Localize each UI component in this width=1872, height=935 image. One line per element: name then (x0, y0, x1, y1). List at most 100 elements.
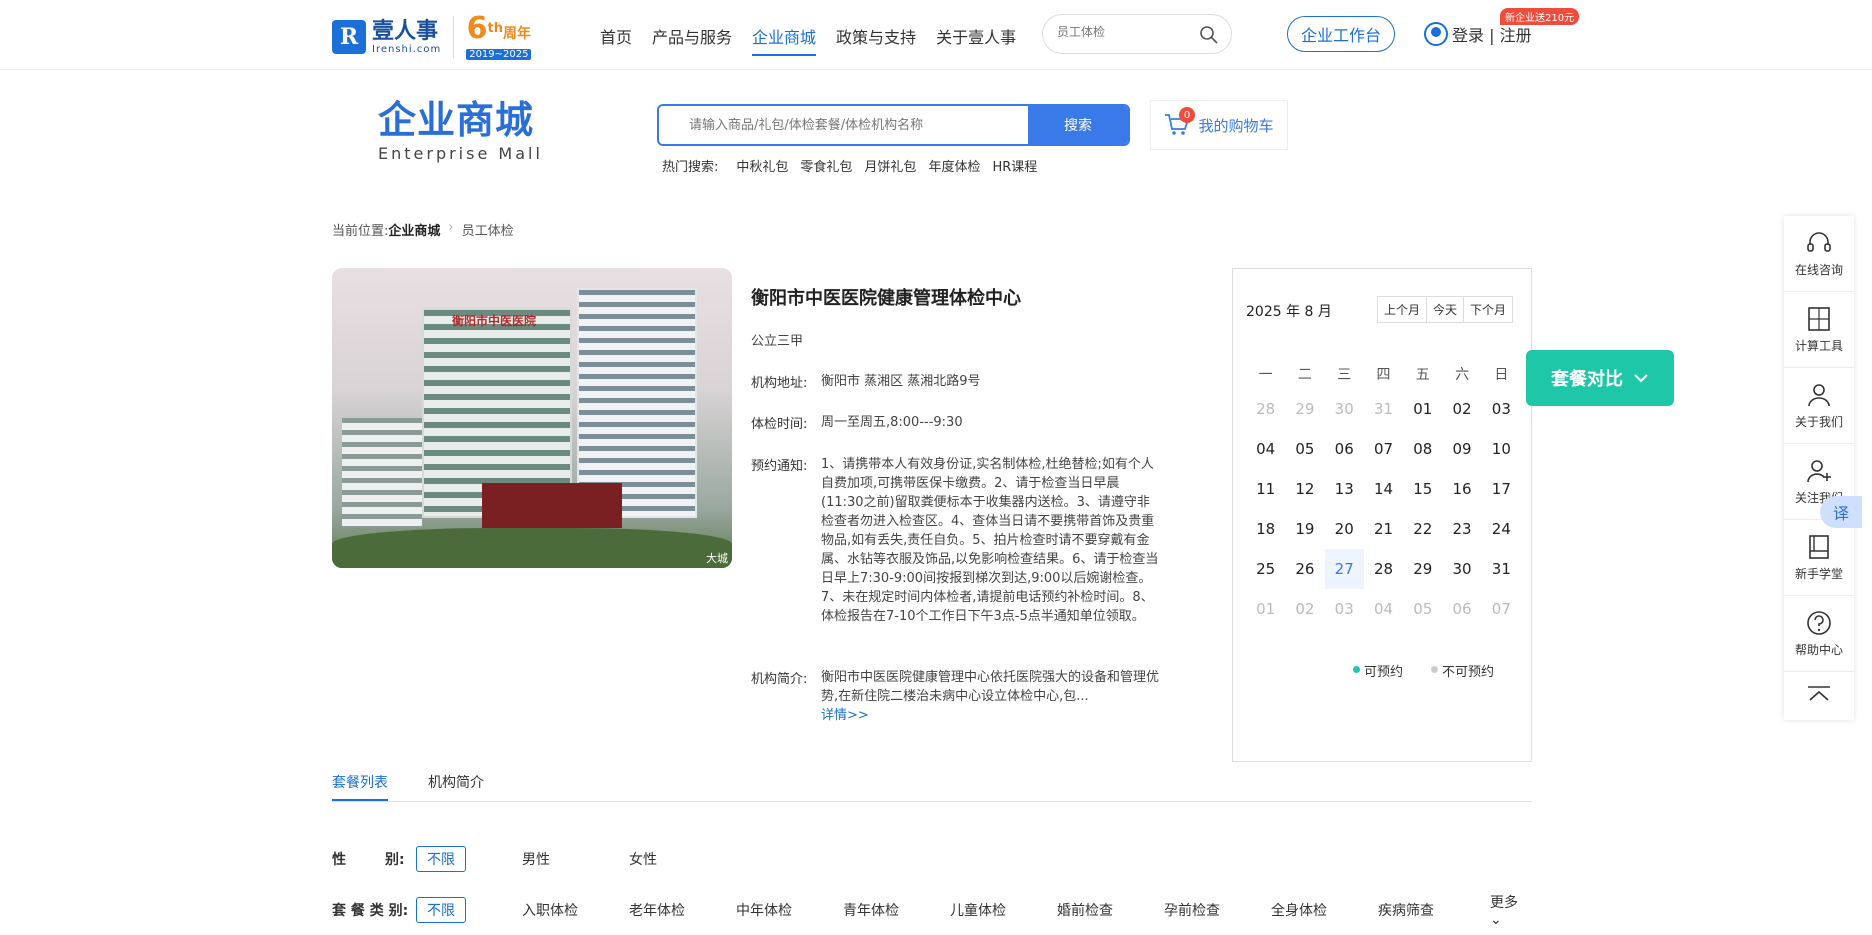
side-about-us[interactable]: 关于我们 (1784, 368, 1854, 444)
hot-search-item[interactable]: 零食礼包 (800, 156, 852, 175)
workbench-button[interactable]: 企业工作台 (1287, 16, 1395, 52)
calendar-day[interactable]: 29 (1403, 549, 1442, 589)
hot-search-item[interactable]: 年度体检 (928, 156, 980, 175)
calendar-day[interactable]: 14 (1364, 469, 1403, 509)
mall-search-input[interactable] (659, 106, 1028, 144)
calendar-day[interactable]: 23 (1442, 509, 1481, 549)
category-option[interactable]: 老年体检 (629, 900, 736, 920)
calendar-day[interactable]: 18 (1246, 509, 1285, 549)
calendar-nav: 上个月 今天 下个月 (1377, 296, 1514, 323)
calendar-day[interactable]: 01 (1403, 389, 1442, 429)
gender-filter-label: 性 别: (332, 852, 405, 868)
side-calc-tools[interactable]: 计算工具 (1784, 292, 1854, 368)
category-option[interactable]: 疾病筛查 (1378, 900, 1485, 920)
calendar-day[interactable]: 08 (1403, 429, 1442, 469)
calendar-day[interactable]: 20 (1325, 509, 1364, 549)
category-option[interactable]: 青年体检 (843, 900, 950, 920)
login-text[interactable]: 登录 | 注册 (1452, 22, 1532, 46)
chevron-down-icon (1634, 374, 1648, 383)
calendar-day[interactable]: 16 (1442, 469, 1481, 509)
nav-item-products[interactable]: 产品与服务 (652, 24, 732, 56)
back-to-top-button[interactable] (1784, 672, 1854, 720)
calendar-day-outside: 01 (1256, 600, 1276, 618)
gender-option-all[interactable]: 不限 (416, 846, 466, 872)
calendar-weekday: 四 (1376, 367, 1391, 383)
category-option[interactable]: 孕前检查 (1164, 900, 1271, 920)
category-option[interactable]: 中年体检 (736, 900, 843, 920)
nav-item-policy[interactable]: 政策与支持 (836, 24, 916, 56)
intro-more-link[interactable]: 详情>> (821, 708, 869, 723)
category-option[interactable]: 儿童体检 (950, 900, 1057, 920)
side-online-consult[interactable]: 在线咨询 (1784, 216, 1854, 292)
breadcrumb-mall[interactable]: 企业商城 (388, 220, 440, 239)
side-beginner-school[interactable]: 新手学堂 (1784, 520, 1854, 596)
gender-option[interactable]: 女性 (629, 849, 736, 869)
calendar-weekday: 六 (1455, 367, 1470, 383)
today-button[interactable]: 今天 (1427, 297, 1465, 322)
calendar-day-outside: 04 (1373, 600, 1394, 618)
headset-icon (1807, 232, 1831, 252)
calendar-day[interactable]: 12 (1285, 469, 1324, 509)
prev-month-button[interactable]: 上个月 (1378, 297, 1428, 322)
category-option[interactable]: 入职体检 (522, 900, 629, 920)
book-icon (1809, 535, 1829, 559)
calendar-day[interactable]: 31 (1482, 549, 1521, 589)
calendar-day[interactable]: 04 (1246, 429, 1285, 469)
calendar-day[interactable]: 05 (1285, 429, 1324, 469)
category-more-button[interactable]: 更多 ⌄ (1490, 892, 1532, 928)
hospital-name: 衡阳市中医医院健康管理体检中心 (751, 288, 1021, 309)
calendar-day[interactable]: 17 (1482, 469, 1521, 509)
calendar-day[interactable]: 15 (1403, 469, 1442, 509)
photo-watermark: 大城 (706, 552, 728, 565)
mall-search-button[interactable]: 搜索 (1028, 106, 1128, 144)
calendar-day-outside: 07 (1491, 600, 1511, 618)
package-compare-button[interactable]: 套餐对比 (1526, 350, 1674, 406)
site-logo[interactable]: R 壹人事 Irenshi.com 6th周年 2019~2025 (332, 11, 532, 60)
calendar-day[interactable]: 30 (1442, 549, 1481, 589)
calendar-day[interactable]: 19 (1285, 509, 1324, 549)
calendar-day[interactable]: 11 (1246, 469, 1285, 509)
calendar-day[interactable]: 24 (1482, 509, 1521, 549)
category-option[interactable]: 婚前检查 (1057, 900, 1164, 920)
calendar-day[interactable]: 02 (1442, 389, 1481, 429)
calendar-day-outside: 29 (1295, 400, 1315, 418)
anniversary-badge: 6th周年 2019~2025 (466, 11, 532, 60)
calendar-day[interactable]: 10 (1482, 429, 1521, 469)
category-option[interactable]: 全身体检 (1271, 900, 1378, 920)
main-nav: 首页 产品与服务 企业商城 政策与支持 关于壹人事 (600, 24, 1036, 56)
calendar-day[interactable]: 28 (1364, 549, 1403, 589)
side-help-center[interactable]: 帮助中心 (1784, 596, 1854, 672)
hospital-photo-sign: 衡阳市中医医院 (452, 314, 537, 328)
category-filter: 套 餐 类 别: 不限 入职体检 老年体检 中年体检 青年体检 儿童体检 婚前检… (332, 895, 1532, 928)
tab-package-list[interactable]: 套餐列表 (332, 772, 388, 801)
tab-institution-intro[interactable]: 机构简介 (428, 772, 484, 801)
search-icon[interactable] (1199, 25, 1219, 49)
next-month-button[interactable]: 下个月 (1464, 297, 1512, 322)
login-register[interactable]: 登录 | 注册 (1424, 22, 1532, 46)
nav-item-mall[interactable]: 企业商城 (752, 24, 817, 56)
calendar-day[interactable]: 25 (1246, 549, 1285, 589)
calendar-day[interactable]: 03 (1482, 389, 1521, 429)
category-option-all[interactable]: 不限 (416, 897, 466, 923)
calendar-day[interactable]: 27 (1324, 549, 1364, 589)
logo-cn-text: 壹人事 (372, 18, 439, 44)
translate-button[interactable]: 译 (1820, 496, 1862, 528)
calendar-day[interactable]: 26 (1285, 549, 1324, 589)
gender-option[interactable]: 男性 (522, 849, 629, 869)
logo-mark-icon: R (332, 20, 366, 54)
top-search-input[interactable] (1057, 25, 1187, 39)
hot-search-item[interactable]: 月饼礼包 (864, 156, 916, 175)
calendar-day[interactable]: 09 (1442, 429, 1481, 469)
hot-search-item[interactable]: HR课程 (992, 156, 1037, 175)
calendar-day[interactable]: 07 (1364, 429, 1403, 469)
nav-item-about[interactable]: 关于壹人事 (936, 24, 1016, 56)
calendar-day[interactable]: 06 (1325, 429, 1364, 469)
cart-button[interactable]: 0 我的购物车 (1150, 100, 1288, 150)
nav-item-home[interactable]: 首页 (600, 24, 632, 56)
calendar-day[interactable]: 22 (1403, 509, 1442, 549)
hot-search-item[interactable]: 中秋礼包 (736, 156, 788, 175)
hospital-intro: 机构简介: 衡阳市中医医院健康管理中心依托医院强大的设备和管理优势,在新住院二楼… (751, 670, 1160, 723)
calendar-day[interactable]: 21 (1364, 509, 1403, 549)
calendar-day[interactable]: 13 (1325, 469, 1364, 509)
top-navbar: R 壹人事 Irenshi.com 6th周年 2019~2025 首页 产品与… (0, 0, 1872, 70)
